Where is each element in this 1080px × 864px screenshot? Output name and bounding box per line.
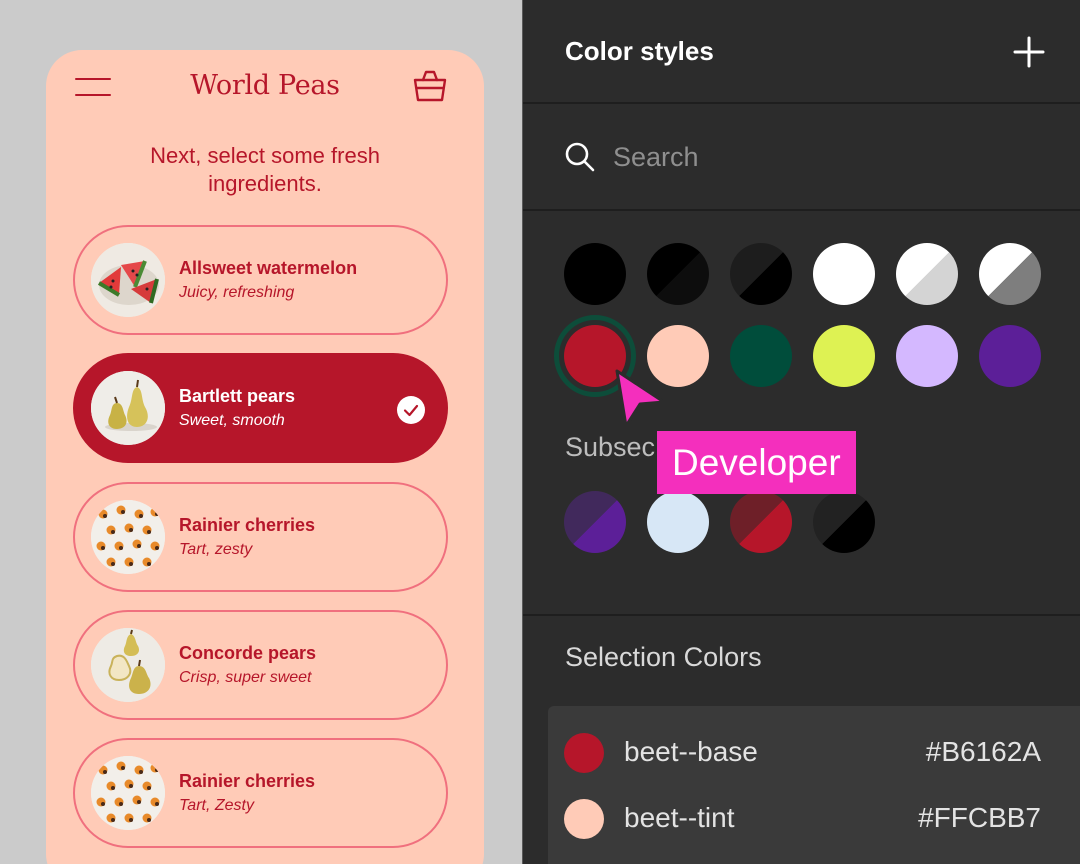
cursor-arrow-icon bbox=[615, 369, 666, 428]
basket-icon[interactable] bbox=[412, 68, 448, 104]
ingredient-name: Rainier cherries bbox=[179, 771, 316, 791]
ingredient-description: Crisp, super sweet bbox=[179, 669, 312, 686]
color-swatch-white-gray[interactable] bbox=[896, 243, 958, 305]
divider bbox=[523, 102, 1080, 104]
ingredient-name: Rainier cherries bbox=[179, 515, 316, 535]
color-dot bbox=[564, 733, 604, 773]
search-icon bbox=[565, 142, 595, 172]
ingredient-name: Allsweet watermelon bbox=[179, 258, 358, 278]
color-swatch-dark-split[interactable] bbox=[730, 243, 792, 305]
color-hex: #FFCBB7 bbox=[918, 802, 1041, 833]
instruction-text: Next, select some fresh ingredients. bbox=[150, 143, 380, 196]
ingredient-option[interactable]: Rainier cherries Tart, Zesty bbox=[73, 738, 448, 848]
color-swatch-black-gray-split[interactable] bbox=[813, 491, 875, 553]
color-swatch-dark-green[interactable] bbox=[730, 325, 792, 387]
color-swatch-red-split[interactable] bbox=[730, 491, 792, 553]
color-hex: #B6162A bbox=[925, 736, 1041, 767]
subsection-label: Subsec bbox=[565, 432, 656, 462]
search-input[interactable] bbox=[613, 136, 1033, 178]
ingredient-option[interactable]: Concorde pears Crisp, super sweet bbox=[73, 610, 448, 720]
color-swatch-light-blue[interactable] bbox=[647, 491, 709, 553]
color-dot bbox=[564, 799, 604, 839]
color-swatch-white-darkgray[interactable] bbox=[979, 243, 1041, 305]
pears-image bbox=[91, 371, 165, 445]
selection-color-row[interactable]: beet--base #B6162A bbox=[548, 723, 1080, 783]
cherries-image bbox=[91, 756, 165, 830]
ingredient-description: Tart, Zesty bbox=[179, 797, 254, 814]
divider bbox=[523, 614, 1080, 616]
collaborator-name-tag: Developer bbox=[657, 431, 856, 494]
color-swatch-lavender[interactable] bbox=[896, 325, 958, 387]
ingredient-description: Sweet, smooth bbox=[179, 412, 285, 429]
color-swatch-purple-split[interactable] bbox=[564, 491, 626, 553]
color-swatch-lime[interactable] bbox=[813, 325, 875, 387]
divider bbox=[523, 209, 1080, 211]
pears-image bbox=[91, 628, 165, 702]
mobile-app-preview: World Peas Next, select some fresh ingre… bbox=[46, 50, 484, 864]
panel-title: Color styles bbox=[565, 36, 714, 66]
ingredient-name: Bartlett pears bbox=[179, 386, 296, 406]
color-swatch-white[interactable] bbox=[813, 243, 875, 305]
cherries-image bbox=[91, 500, 165, 574]
watermelon-image bbox=[91, 243, 165, 317]
selection-colors-list: beet--base #B6162A beet--tint #FFCBB7 bbox=[548, 706, 1080, 864]
color-name: beet--base bbox=[624, 736, 758, 767]
ingredient-option[interactable]: Rainier cherries Tart, zesty bbox=[73, 482, 448, 592]
ingredient-option-selected[interactable]: Bartlett pears Sweet, smooth bbox=[73, 353, 448, 463]
selection-colors-title: Selection Colors bbox=[565, 642, 762, 672]
ingredient-description: Tart, zesty bbox=[179, 541, 253, 558]
ingredient-option[interactable]: Allsweet watermelon Juicy, refreshing bbox=[73, 225, 448, 335]
add-style-plus-icon[interactable] bbox=[1013, 36, 1045, 68]
color-swatch-black[interactable] bbox=[564, 243, 626, 305]
color-swatch-black-split[interactable] bbox=[647, 243, 709, 305]
checkmark-icon bbox=[397, 396, 425, 424]
selection-color-row[interactable]: beet--tint #FFCBB7 bbox=[548, 789, 1080, 849]
ingredient-name: Concorde pears bbox=[179, 643, 317, 663]
color-name: beet--tint bbox=[624, 802, 735, 833]
color-swatch-purple[interactable] bbox=[979, 325, 1041, 387]
ingredient-description: Juicy, refreshing bbox=[179, 284, 295, 301]
